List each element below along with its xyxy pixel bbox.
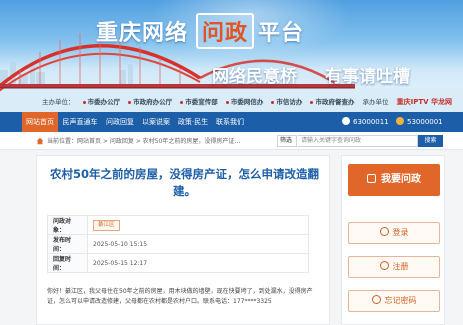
nav-replies[interactable]: 问政回复 — [102, 112, 138, 132]
slogan-left: 网络民意桥 — [212, 67, 297, 87]
register-icon — [379, 261, 389, 270]
user-icon — [379, 227, 389, 236]
reply-count-icon — [396, 117, 404, 125]
site-title-highlight: 问政 — [196, 13, 255, 49]
table-row: 问政对象： 綦江区 — [47, 215, 309, 235]
sponsors-line: 主办单位： 市委办公厅 市政府办公厅 市委宣传部 市委网信办 市信访办 市政府督… — [42, 96, 462, 108]
sponsor-name: 市委办公厅 — [87, 98, 121, 106]
user-side-panel: 我要问政 登录 注册 忘记密码 — [341, 155, 445, 325]
post-time-label: 发布时间： — [47, 234, 88, 254]
nav-direct-line[interactable]: 民声直通车 — [58, 112, 102, 132]
nav-home[interactable]: 网站首页 — [22, 112, 58, 132]
sponsor-name: 市委宣传部 — [185, 98, 218, 106]
site-banner: 重庆网络 问政 平台 网络民意桥 有事请吐槽 主办单位： 市委办公厅 市政府办公厅 … — [0, 0, 463, 112]
sponsor-label: 主办单位： — [42, 98, 75, 106]
sponsor-name: 市信访办 — [276, 98, 303, 106]
filter-select[interactable]: 筛选 — [277, 135, 297, 147]
forgot-password-button[interactable]: 忘记密码 — [348, 290, 440, 312]
register-button[interactable]: 注册 — [348, 256, 440, 278]
reply-time-label: 回复时间： — [47, 253, 88, 273]
iptv-logo: 重庆IPTV 华龙网 — [396, 98, 452, 106]
post-time-value: 2025-05-10 15:15 — [87, 234, 309, 254]
nav-stat-replies: 53000001 — [396, 112, 443, 132]
site-title-part3: 平台 — [258, 21, 305, 46]
nav-contact[interactable]: 联系我们 — [212, 112, 248, 132]
register-label: 注册 — [392, 262, 409, 271]
reply-count: 53000001 — [407, 118, 443, 126]
breadcrumb: 当前位置：网站首页 > 问政回复 > 农村50年之前的房屋，没得房产证… — [47, 138, 241, 145]
nav-policy[interactable]: 政策·民生 — [174, 112, 212, 132]
target-label: 问政对象： — [47, 215, 88, 235]
question-count-icon — [342, 117, 350, 125]
target-tag[interactable]: 綦江区 — [93, 219, 120, 231]
site-title: 重庆网络 问政 平台 — [96, 13, 304, 49]
login-button[interactable]: 登录 — [348, 222, 440, 244]
sponsor-name: 市政府办公厅 — [133, 98, 173, 106]
home-icon[interactable] — [36, 137, 44, 145]
sponsor-item: 市信访办 — [271, 98, 302, 106]
operator-label: 承办单位 — [362, 98, 389, 106]
table-row: 发布时间： 2025-05-10 15:15 — [47, 234, 309, 254]
login-label: 登录 — [392, 228, 409, 237]
sponsor-item: 市委办公厅 — [82, 98, 121, 106]
sponsor-item: 市政府督查办 — [310, 98, 354, 106]
edit-icon — [367, 173, 376, 183]
sponsor-item: 市委网信办 — [225, 98, 264, 106]
search-input[interactable]: 请输入关键字查询问政 — [298, 135, 418, 147]
nav-stat-questions: 63000011 — [342, 112, 389, 132]
key-icon — [371, 295, 381, 304]
breadcrumb-bar: 当前位置：网站首页 > 问政回复 > 农村50年之前的房屋，没得房产证… 筛选 … — [0, 132, 463, 150]
sponsor-name: 市委网信办 — [230, 98, 264, 106]
forgot-password-label: 忘记密码 — [384, 296, 417, 305]
ask-question-label: 我要问政 — [381, 174, 421, 185]
site-title-part1: 重庆网络 — [96, 21, 189, 46]
table-row: 回复时间： 2025-05-15 12:17 — [47, 253, 309, 273]
sponsor-item: 市委宣传部 — [180, 98, 218, 106]
question-info-table: 问政对象： 綦江区 发布时间： 2025-05-10 15:15 回复时间： 2… — [47, 215, 309, 273]
reply-time-value: 2025-05-15 12:17 — [87, 253, 309, 273]
question-title: 农村50年之前的房屋，没得房产证，怎么申请改造翻建。 — [49, 167, 319, 198]
question-panel: 农村50年之前的房屋，没得房产证，怎么申请改造翻建。 问政对象： 綦江区 发布时… — [36, 155, 330, 325]
ask-question-button[interactable]: 我要问政 — [348, 164, 440, 196]
slogan-right: 有事请吐槽 — [325, 67, 410, 87]
main-nav: 网站首页 民声直通车 问政回复 以案说案 政策·民生 联系我们 63000011… — [0, 112, 463, 132]
target-value-cell: 綦江区 — [87, 215, 309, 235]
question-count: 63000011 — [353, 118, 389, 126]
sponsor-name: 市政府督查办 — [315, 98, 355, 106]
sponsor-item: 市政府办公厅 — [128, 98, 172, 106]
question-body: 你好！綦江区，我父母住在50年之前的房屋，用木块做的墙壁，现在快要垮了，到处漏水… — [47, 288, 313, 305]
search-button[interactable]: 搜索 — [418, 135, 443, 147]
nav-case-study[interactable]: 以案说案 — [138, 112, 174, 132]
